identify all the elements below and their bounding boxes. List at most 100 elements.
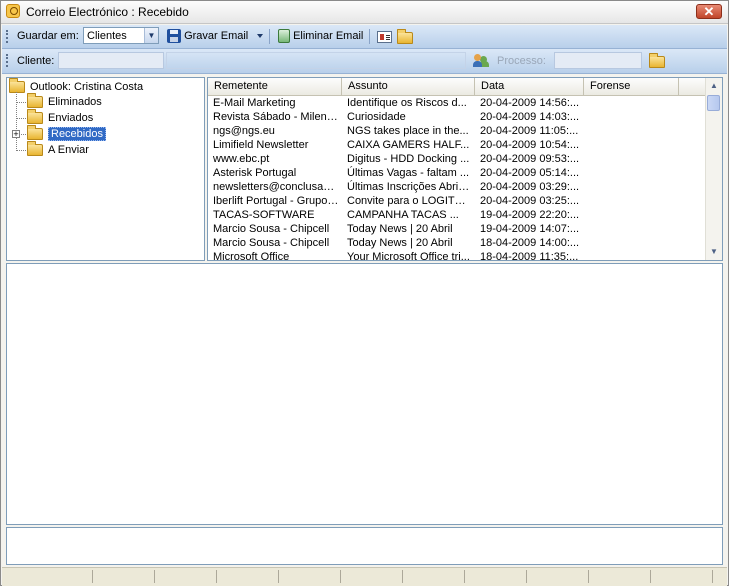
users-icon[interactable] bbox=[473, 53, 489, 67]
cell-date: 20-04-2009 05:14:... bbox=[480, 167, 580, 179]
status-segment bbox=[218, 570, 279, 583]
toolbar-grip[interactable] bbox=[6, 30, 10, 43]
cell-subject: CAMPANHA TACAS ... bbox=[347, 209, 459, 221]
cell-subject: Today News | 20 Abril bbox=[347, 223, 453, 235]
save-in-select[interactable]: Clientes ▼ bbox=[83, 27, 159, 44]
cell-date: 20-04-2009 09:53:... bbox=[480, 153, 580, 165]
table-row[interactable]: Marcio Sousa - Chipcell Today News | 20 A… bbox=[208, 236, 706, 250]
table-row[interactable]: www.ebc.pt Digitus - HDD Docking ... 20-04… bbox=[208, 152, 706, 166]
client-label: Cliente: bbox=[17, 55, 55, 67]
title-bar: Correio Electrónico : Recebido ✕ bbox=[1, 1, 728, 24]
column-header-date[interactable]: Data bbox=[475, 78, 584, 95]
cell-subject: Últimas Inscrições Abril ... bbox=[347, 181, 471, 193]
tree-item-recebidos[interactable]: Recebidos bbox=[27, 125, 106, 142]
column-header-sender[interactable]: Remetente bbox=[208, 78, 342, 95]
attachments-pane[interactable] bbox=[6, 527, 723, 565]
client-field[interactable] bbox=[58, 52, 164, 69]
process-field[interactable] bbox=[554, 52, 642, 69]
table-row[interactable]: Iberlift Portugal - Grupo A... Convite pa… bbox=[208, 194, 706, 208]
cell-sender: Asterisk Portugal bbox=[213, 167, 297, 179]
table-row[interactable]: newsletters@conclusao.... Últimas Inscriç… bbox=[208, 180, 706, 194]
cell-sender: TACAS-SOFTWARE bbox=[213, 209, 315, 221]
scroll-up-icon[interactable]: ▲ bbox=[706, 78, 722, 94]
tree-connector bbox=[17, 118, 26, 119]
email-list-header: Remetente Assunto Data Forense bbox=[208, 78, 706, 96]
chevron-down-icon[interactable]: ▼ bbox=[144, 28, 158, 43]
delete-email-label: Eliminar Email bbox=[293, 30, 364, 42]
open-folder-button[interactable] bbox=[397, 29, 413, 47]
status-segment bbox=[652, 570, 713, 583]
tree-item-enviados[interactable]: Enviados bbox=[27, 109, 94, 126]
table-row[interactable]: Asterisk Portugal Últimas Vagas - faltam … bbox=[208, 166, 706, 180]
cell-subject: CAIXA GAMERS HALF... bbox=[347, 139, 470, 151]
scroll-thumb[interactable] bbox=[707, 95, 720, 111]
table-row[interactable]: Revista Sábado - Milena... Curiosidade 20-… bbox=[208, 110, 706, 124]
close-button[interactable]: ✕ bbox=[696, 4, 722, 19]
tree-item-eliminados[interactable]: Eliminados bbox=[27, 93, 102, 110]
floppy-disk-icon bbox=[167, 29, 181, 44]
cell-sender: www.ebc.pt bbox=[213, 153, 270, 165]
cell-subject: Convite para o LOGITR... bbox=[347, 195, 471, 207]
folder-icon[interactable] bbox=[649, 53, 665, 68]
folder-icon bbox=[9, 78, 25, 94]
status-segment bbox=[590, 570, 651, 583]
table-row[interactable]: ngs@ngs.eu NGS takes place in the... 20-04… bbox=[208, 124, 706, 138]
status-segment bbox=[2, 570, 93, 583]
message-preview-pane[interactable] bbox=[6, 263, 723, 525]
close-icon: ✕ bbox=[703, 4, 715, 19]
tree-item-label: Eliminados bbox=[48, 96, 102, 108]
table-row[interactable]: Marcio Sousa - Chipcell Today News | 20 A… bbox=[208, 222, 706, 236]
save-email-button[interactable]: Gravar Email bbox=[167, 28, 264, 45]
cell-sender: ngs@ngs.eu bbox=[213, 125, 275, 137]
dropdown-arrow-icon[interactable] bbox=[257, 34, 264, 39]
cell-date: 20-04-2009 11:05:... bbox=[480, 125, 579, 137]
expand-plus-icon[interactable]: + bbox=[12, 130, 20, 139]
tree-connector bbox=[21, 134, 26, 135]
cell-subject: Curiosidade bbox=[347, 111, 406, 123]
tree-item-a-enviar[interactable]: A Enviar bbox=[27, 141, 89, 158]
contact-card-button[interactable] bbox=[377, 29, 392, 46]
table-row[interactable]: Microsoft Office Your Microsoft Office tr… bbox=[208, 250, 706, 261]
cell-date: 19-04-2009 22:20:... bbox=[480, 209, 580, 221]
column-header-forense[interactable]: Forense bbox=[584, 78, 679, 95]
status-segment bbox=[94, 570, 155, 583]
cell-date: 20-04-2009 03:29:... bbox=[480, 181, 580, 193]
cell-subject: Digitus - HDD Docking ... bbox=[347, 153, 470, 165]
folder-icon bbox=[27, 93, 43, 109]
table-row[interactable]: TACAS-SOFTWARE CAMPANHA TACAS ... 19-04-20… bbox=[208, 208, 706, 222]
toolbar-grip[interactable] bbox=[6, 54, 10, 67]
email-list: Remetente Assunto Data Forense E-Mail Ma… bbox=[207, 77, 723, 261]
main-toolbar: Guardar em: Clientes ▼ Gravar Email Elim… bbox=[2, 25, 727, 49]
status-segment bbox=[156, 570, 217, 583]
cell-sender: Marcio Sousa - Chipcell bbox=[213, 237, 330, 249]
contact-card-icon bbox=[377, 31, 392, 44]
cell-sender: Microsoft Office bbox=[213, 251, 290, 261]
delete-email-button[interactable]: Eliminar Email bbox=[278, 28, 363, 45]
cell-date: 19-04-2009 14:07:... bbox=[480, 223, 580, 235]
cell-date: 20-04-2009 03:25:... bbox=[480, 195, 580, 207]
window-title: Correio Electrónico : Recebido bbox=[26, 5, 189, 19]
vertical-scrollbar[interactable]: ▲ ▼ bbox=[705, 78, 722, 260]
table-row[interactable]: Limifield Newsletter CAIXA GAMERS HALF...… bbox=[208, 138, 706, 152]
cell-subject: Your Microsoft Office tri... bbox=[347, 251, 470, 261]
cell-sender: Revista Sábado - Milena... bbox=[213, 111, 339, 123]
scroll-down-icon[interactable]: ▼ bbox=[706, 244, 722, 260]
tree-connector bbox=[16, 92, 17, 151]
table-row[interactable]: E-Mail Marketing Identifique os Riscos d.… bbox=[208, 96, 706, 110]
cell-subject: Identifique os Riscos d... bbox=[347, 97, 467, 109]
status-bar bbox=[2, 567, 727, 586]
process-label: Processo: bbox=[497, 55, 546, 67]
toolbar-separator bbox=[369, 29, 370, 44]
column-header-subject[interactable]: Assunto bbox=[342, 78, 475, 95]
tree-connector bbox=[17, 150, 26, 151]
cell-date: 20-04-2009 14:56:... bbox=[480, 97, 580, 109]
cell-subject: NGS takes place in the... bbox=[347, 125, 469, 137]
tree-root-label: Outlook: Cristina Costa bbox=[30, 81, 144, 93]
cell-date: 20-04-2009 10:54:... bbox=[480, 139, 580, 151]
cell-sender: Marcio Sousa - Chipcell bbox=[213, 223, 330, 235]
tree-item-label: Enviados bbox=[48, 112, 94, 124]
clock-icon bbox=[6, 4, 20, 18]
folder-icon bbox=[27, 141, 43, 157]
client-name-field bbox=[166, 52, 466, 69]
cell-date: 20-04-2009 14:03:... bbox=[480, 111, 580, 123]
